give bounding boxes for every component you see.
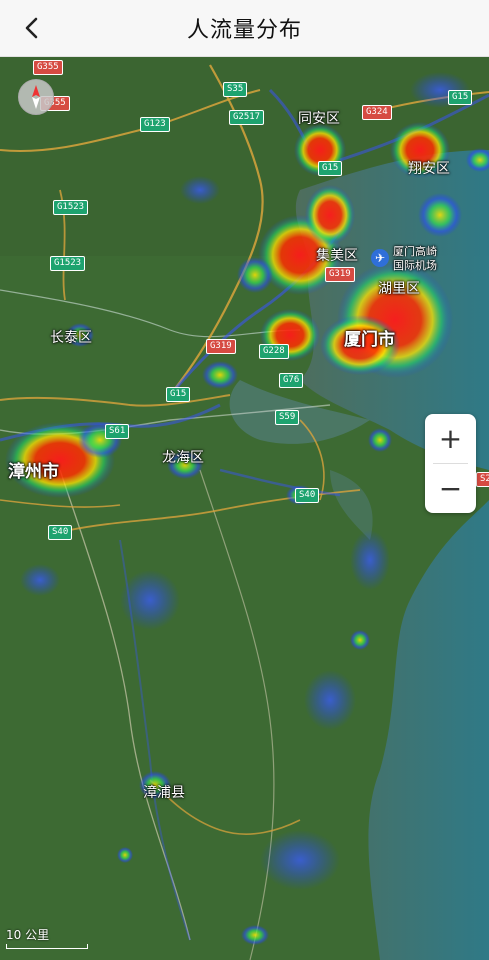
city-label-changtai: 长泰区 — [50, 330, 92, 346]
city-label-jimei: 集美区 — [316, 248, 358, 264]
page-title: 人流量分布 — [186, 18, 302, 43]
scale-bar — [6, 944, 88, 949]
road-shield: G1523 — [50, 256, 86, 271]
road-shield: S40 — [48, 525, 73, 540]
city-label-huli: 湖里区 — [378, 281, 420, 297]
airport-icon: ✈ — [371, 249, 389, 267]
road-shield: G123 — [140, 117, 170, 132]
road-shield: G15 — [448, 90, 473, 105]
scale-label: 10 公里 — [6, 928, 50, 942]
road-shield: G319 — [325, 267, 355, 282]
map-background — [0, 56, 489, 960]
city-label-airport: 厦门高崎 国际机场 — [393, 245, 437, 272]
road-shield: S40 — [295, 488, 320, 503]
city-label-xiamen: 厦门市 — [344, 330, 395, 350]
city-label-xiangan: 翔安区 — [408, 161, 450, 177]
road-shield: G228 — [259, 344, 289, 359]
city-label-zhangzhou: 漳州市 — [8, 462, 59, 482]
road-shield: G76 — [279, 373, 304, 388]
road-shield: G319 — [206, 339, 236, 354]
header-bar: 人流量分布 — [0, 0, 489, 57]
road-shield: G2517 — [229, 110, 265, 125]
zoom-control: + − — [425, 414, 476, 513]
road-shield: S61 — [105, 424, 130, 439]
zoom-in-button[interactable]: + — [425, 414, 476, 463]
road-shield: G355 — [33, 60, 63, 75]
road-shield: G15 — [166, 387, 191, 402]
road-shield: G15 — [318, 161, 343, 176]
heatmap-view[interactable]: 同安区 翔安区 集美区 ✈ 厦门高崎 国际机场 湖里区 厦门市 长泰区 龙海区 … — [0, 56, 489, 960]
road-shield: S28 — [476, 472, 489, 487]
road-shield: S59 — [275, 410, 300, 425]
zoom-out-button[interactable]: − — [425, 464, 476, 513]
city-label-longhai: 龙海区 — [162, 450, 204, 466]
compass-icon[interactable] — [18, 79, 54, 115]
road-shield: S35 — [223, 82, 248, 97]
road-shield: G324 — [362, 105, 392, 120]
city-label-tongan: 同安区 — [298, 111, 340, 127]
road-shield: G1523 — [53, 200, 89, 215]
city-label-zhangpu: 漳浦县 — [143, 785, 185, 801]
